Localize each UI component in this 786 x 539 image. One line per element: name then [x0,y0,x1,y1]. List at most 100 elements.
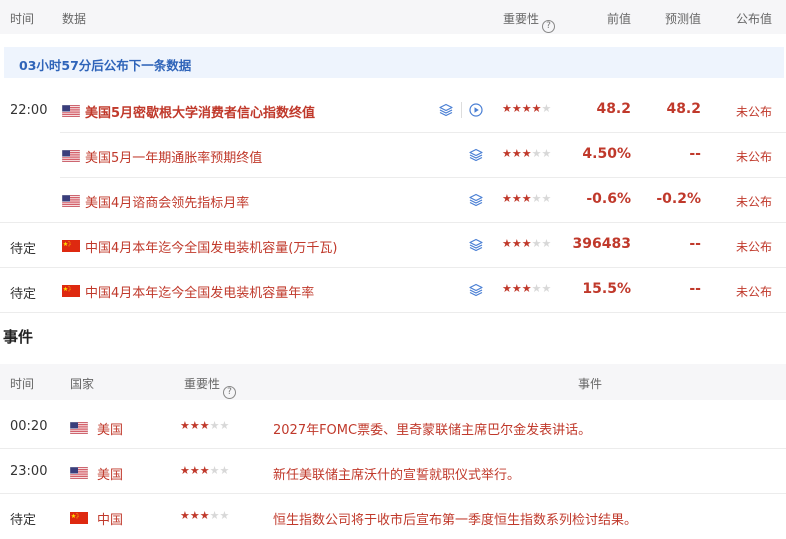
col-importance-label: 重要性 [503,12,540,26]
star-empty-icon: ★ [219,509,230,522]
china-flag-icon [62,240,80,252]
importance-stars: ★★★★★ [180,509,229,522]
forecast-value: -- [689,146,701,162]
col-country: 国家 [70,377,95,391]
col-time: 时间 [10,377,35,391]
star-filled-icon: ★ [502,282,512,295]
star-empty-icon: ★ [541,192,552,205]
col-event: 事件 [578,377,603,391]
published-value: 未公布 [736,195,773,209]
data-row[interactable]: 待定 中国4月本年迄今全国发电装机容量(万千瓦) ★★★★★ 396483 -- 未公布 [0,223,786,268]
layers-icon[interactable] [439,103,453,117]
help-icon[interactable]: ? [223,386,237,399]
star-filled-icon: ★ [199,419,210,432]
star-empty-icon: ★ [219,419,230,432]
event-time: 待定 [10,513,37,528]
star-empty-icon: ★ [531,237,542,250]
layers-icon[interactable] [469,148,483,162]
row-time: 22:00 [10,103,48,118]
indicator-name-link[interactable]: 美国5月一年期通胀率预期终值 [85,147,262,166]
star-empty-icon: ★ [541,282,552,295]
star-empty-icon: ★ [541,237,552,250]
col-time: 时间 [10,12,35,26]
star-empty-icon: ★ [219,464,230,477]
star-filled-icon: ★ [511,237,522,250]
event-country: 美国 [97,423,124,438]
previous-value: 15.5% [582,281,631,297]
us-flag-icon [62,105,80,117]
data-table-header: 时间 数据 重要性? 前值 预测值 公布值 [0,0,786,34]
col-published: 公布值 [736,12,773,26]
data-row[interactable]: 美国5月一年期通胀率预期终值 ★★★★★ 4.50% -- 未公布 [0,133,786,178]
star-filled-icon: ★ [180,509,190,522]
star-filled-icon: ★ [180,464,190,477]
star-filled-icon: ★ [511,102,522,115]
col-importance-label: 重要性 [184,377,221,391]
importance-stars: ★★★★★ [180,464,229,477]
row-time: 待定 [10,242,37,257]
indicator-name-link[interactable]: 美国5月密歇根大学消费者信心指数终值 [85,102,315,121]
star-empty-icon: ★ [531,147,542,160]
star-filled-icon: ★ [199,509,210,522]
star-filled-icon: ★ [511,282,522,295]
layers-icon[interactable] [469,238,483,252]
data-row[interactable]: 22:00 美国5月密歇根大学消费者信心指数终值 ★★★★★ 48.2 48.2 未公布 [0,88,786,133]
importance-stars: ★★★★★ [180,419,229,432]
star-filled-icon: ★ [502,102,512,115]
published-value: 未公布 [736,105,773,119]
star-filled-icon: ★ [511,192,522,205]
indicator-name-link[interactable]: 中国4月本年迄今全国发电装机容量年率 [85,282,314,301]
event-row[interactable]: 23:00 美国 ★★★★★ 新任美联储主席沃什的宣誓就职仪式举行。 [0,449,786,494]
data-row[interactable]: 美国4月谘商会领先指标月率 ★★★★★ -0.6% -0.2% 未公布 [0,178,786,223]
layers-icon[interactable] [469,283,483,297]
forecast-value: -0.2% [656,191,701,207]
star-filled-icon: ★ [502,192,512,205]
star-empty-icon: ★ [531,192,542,205]
help-icon[interactable]: ? [542,20,556,33]
star-filled-icon: ★ [502,147,512,160]
star-filled-icon: ★ [189,509,200,522]
star-filled-icon: ★ [521,147,532,160]
forecast-value: 48.2 [666,101,701,117]
star-filled-icon: ★ [521,192,532,205]
icon-divider [461,102,462,118]
star-filled-icon: ★ [521,102,532,115]
event-country: 美国 [97,468,124,483]
layers-icon[interactable] [469,193,483,207]
countdown-text: 03小时57分后公布下一条数据 [19,58,192,73]
indicator-name-link[interactable]: 美国4月谘商会领先指标月率 [85,192,249,211]
star-empty-icon: ★ [541,147,552,160]
previous-value: 48.2 [596,101,631,117]
col-forecast: 预测值 [665,12,702,26]
star-empty-icon: ★ [209,419,220,432]
china-flag-icon [70,512,88,524]
published-value: 未公布 [736,150,773,164]
star-empty-icon: ★ [209,464,220,477]
col-data: 数据 [62,12,87,26]
indicator-name-link[interactable]: 中国4月本年迄今全国发电装机容量(万千瓦) [85,237,337,256]
star-filled-icon: ★ [511,147,522,160]
importance-stars: ★★★★★ [502,237,551,250]
events-table-header: 时间 国家 重要性? 事件 [0,364,786,400]
event-description-link[interactable]: 恒生指数公司将于收市后宣布第一季度恒生指数系列检讨结果。 [273,509,637,528]
star-filled-icon: ★ [189,464,200,477]
countdown-banner: 03小时57分后公布下一条数据 [4,47,784,78]
event-time: 00:20 [10,419,48,434]
event-row[interactable]: 待定 中国 ★★★★★ 恒生指数公司将于收市后宣布第一季度恒生指数系列检讨结果。 [0,494,786,539]
event-description-link[interactable]: 2027年FOMC票委、里奇蒙联储主席巴尔金发表讲话。 [273,419,591,438]
star-filled-icon: ★ [180,419,190,432]
star-filled-icon: ★ [521,237,532,250]
published-value: 未公布 [736,285,773,299]
us-flag-icon [62,195,80,207]
data-row[interactable]: 待定 中国4月本年迄今全国发电装机容量年率 ★★★★★ 15.5% -- 未公布 [0,268,786,313]
event-country: 中国 [97,513,124,528]
play-video-icon[interactable] [469,103,483,117]
event-row[interactable]: 00:20 美国 ★★★★★ 2027年FOMC票委、里奇蒙联储主席巴尔金发表讲话。 [0,404,786,449]
published-value: 未公布 [736,240,773,254]
col-importance: 重要性? [184,375,237,399]
us-flag-icon [70,422,88,434]
event-description-link[interactable]: 新任美联储主席沃什的宣誓就职仪式举行。 [273,464,520,483]
us-flag-icon [62,150,80,162]
previous-value: -0.6% [586,191,631,207]
star-filled-icon: ★ [521,282,532,295]
